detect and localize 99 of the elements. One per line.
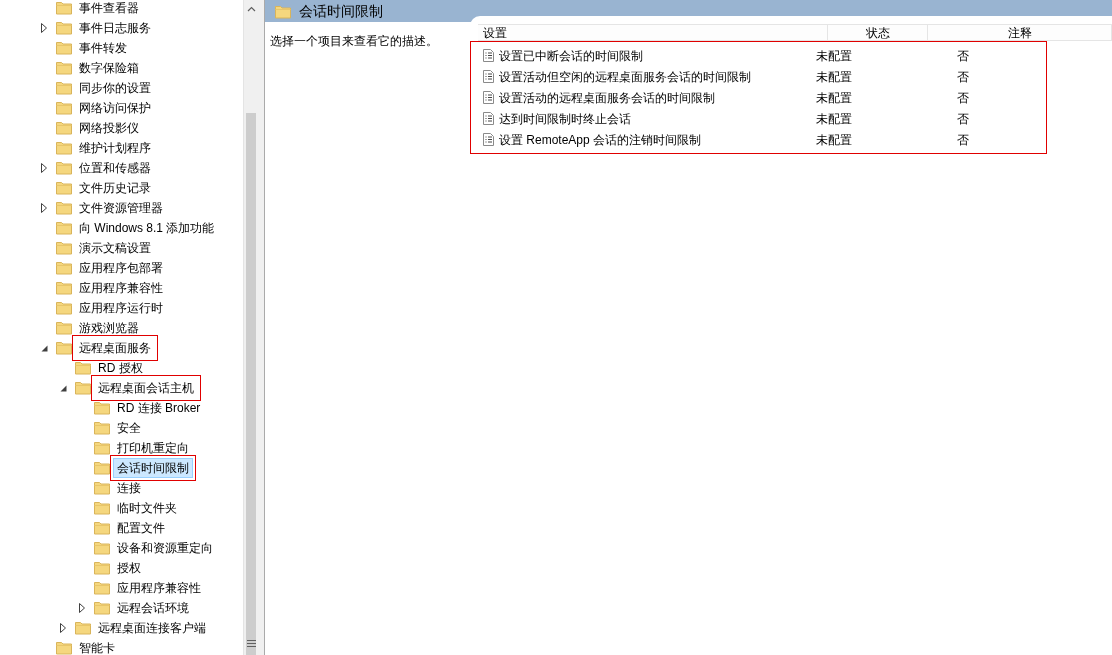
state-text: 未配置 <box>816 69 853 84</box>
folder-icon <box>94 561 110 575</box>
tree-item[interactable]: 维护计划程序 <box>75 138 155 158</box>
policy-icon <box>483 91 494 104</box>
description-text: 选择一个项目来查看它的描述。 <box>270 34 438 48</box>
tree-item[interactable]: 临时文件夹 <box>113 498 181 518</box>
tree-item[interactable]: 远程会话环境 <box>113 598 193 618</box>
folder-icon <box>94 601 110 615</box>
state-text: 未配置 <box>816 132 853 147</box>
folder-icon <box>94 501 110 515</box>
state-text: 未配置 <box>816 48 853 63</box>
tree-item[interactable]: 配置文件 <box>113 518 169 538</box>
tree-item[interactable]: 智能卡 <box>75 638 119 655</box>
folder-icon <box>75 621 91 635</box>
tree-item[interactable]: 演示文稿设置 <box>75 238 155 258</box>
tree-item[interactable]: 同步你的设置 <box>75 78 155 98</box>
tree-item[interactable]: 游戏浏览器 <box>75 318 143 338</box>
tree-item[interactable]: 网络投影仪 <box>75 118 143 138</box>
expanded-arrow-icon[interactable] <box>59 384 67 392</box>
tree-item[interactable]: 数字保险箱 <box>75 58 143 78</box>
folder-icon <box>56 121 72 135</box>
setting-name[interactable]: 设置已中断会话的时间限制 <box>499 46 643 65</box>
policy-icon <box>483 70 494 83</box>
folder-icon <box>94 581 110 595</box>
policy-icon <box>483 49 494 62</box>
setting-name[interactable]: 设置活动但空闲的远程桌面服务会话的时间限制 <box>499 67 751 86</box>
collapsed-arrow-icon[interactable] <box>79 603 85 613</box>
expanded-arrow-icon[interactable] <box>40 344 48 352</box>
collapsed-arrow-icon[interactable] <box>41 203 47 213</box>
folder-icon <box>56 81 72 95</box>
folder-icon <box>94 441 110 455</box>
tree-item[interactable]: 远程桌面连接客户端 <box>94 618 210 638</box>
tree-item[interactable]: 会话时间限制 <box>113 458 193 478</box>
tree-item[interactable]: 位置和传感器 <box>75 158 155 178</box>
folder-icon <box>94 541 110 555</box>
folder-icon <box>56 181 72 195</box>
folder-icon <box>94 481 110 495</box>
collapsed-arrow-icon[interactable] <box>41 23 47 33</box>
folder-icon <box>94 521 110 535</box>
folder-icon <box>56 201 72 215</box>
setting-name[interactable]: 达到时间限制时终止会话 <box>499 109 631 128</box>
folder-icon <box>56 321 72 335</box>
comment-text: 否 <box>956 111 969 126</box>
folder-icon <box>56 1 72 15</box>
tree-item[interactable]: 安全 <box>113 418 145 438</box>
tree-item[interactable]: 应用程序运行时 <box>75 298 167 318</box>
folder-icon <box>275 4 291 19</box>
tree-item[interactable]: 文件历史记录 <box>75 178 155 198</box>
collapsed-arrow-icon[interactable] <box>41 163 47 173</box>
panel-title: 会话时间限制 <box>299 1 383 21</box>
tree-item[interactable]: 远程桌面会话主机 <box>94 378 198 398</box>
tree-item[interactable]: 网络访问保护 <box>75 98 155 118</box>
tree-item[interactable]: 事件转发 <box>75 38 131 58</box>
setting-name[interactable]: 设置活动的远程桌面服务会话的时间限制 <box>499 88 715 107</box>
comment-text: 否 <box>956 48 969 63</box>
tree-item[interactable]: 远程桌面服务 <box>75 338 155 358</box>
policy-icon <box>483 133 494 146</box>
state-text: 未配置 <box>816 90 853 105</box>
folder-icon <box>56 281 72 295</box>
comment-text: 否 <box>956 90 969 105</box>
setting-name[interactable]: 设置 RemoteApp 会话的注销时间限制 <box>499 130 702 149</box>
folder-icon <box>56 101 72 115</box>
folder-icon <box>56 261 72 275</box>
folder-icon <box>56 341 72 355</box>
scroll-up-icon[interactable] <box>246 5 256 12</box>
folder-icon <box>94 401 110 415</box>
collapsed-arrow-icon[interactable] <box>60 623 66 633</box>
tree-item[interactable]: 文件资源管理器 <box>75 198 167 218</box>
folder-icon <box>56 221 72 235</box>
folder-icon <box>94 421 110 435</box>
folder-icon <box>56 301 72 315</box>
tree-item[interactable]: 事件查看器 <box>75 0 143 18</box>
tree-item[interactable]: 应用程序兼容性 <box>75 278 167 298</box>
folder-icon <box>75 381 91 395</box>
tree-item[interactable]: 应用程序包部署 <box>75 258 167 278</box>
state-text: 未配置 <box>816 111 853 126</box>
tree-item[interactable]: RD 连接 Broker <box>113 398 205 418</box>
folder-icon <box>56 641 72 655</box>
grip-icon <box>246 640 256 647</box>
tree-item[interactable]: 应用程序兼容性 <box>113 578 205 598</box>
scrollbar-thumb[interactable] <box>246 113 256 655</box>
folder-icon <box>56 241 72 255</box>
folder-icon <box>56 41 72 55</box>
folder-icon <box>75 361 91 375</box>
folder-icon <box>56 141 72 155</box>
tree-item[interactable]: 事件日志服务 <box>75 18 155 38</box>
tree-item[interactable]: 向 Windows 8.1 添加功能 <box>75 218 219 238</box>
tree-item[interactable]: 授权 <box>113 558 145 578</box>
tree-item[interactable]: RD 授权 <box>94 358 147 378</box>
tree-item[interactable]: 连接 <box>113 478 145 498</box>
tree-item[interactable]: 打印机重定向 <box>113 438 193 458</box>
comment-text: 否 <box>956 69 969 84</box>
comment-text: 否 <box>956 132 969 147</box>
policy-icon <box>483 112 494 125</box>
tree-item[interactable]: 设备和资源重定向 <box>113 538 217 558</box>
folder-icon <box>94 461 110 475</box>
folder-icon <box>56 161 72 175</box>
folder-icon <box>56 21 72 35</box>
folder-icon <box>56 61 72 75</box>
